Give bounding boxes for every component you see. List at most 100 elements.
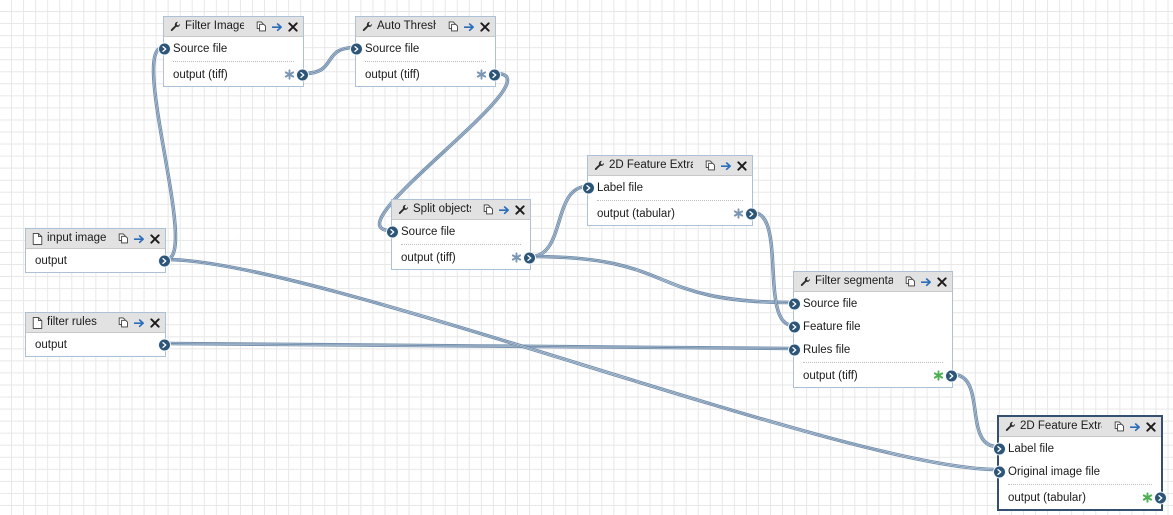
clone-icon[interactable] [705,160,716,171]
close-icon[interactable] [937,276,947,287]
arrow-right-icon[interactable] [272,22,283,32]
edge [165,343,794,349]
asterisk-icon[interactable] [511,252,522,263]
clone-icon[interactable] [483,204,494,215]
output-terminal[interactable] [158,338,171,351]
asterisk-icon[interactable] [733,208,744,219]
close-icon[interactable] [515,204,525,215]
asterisk-icon[interactable] [933,370,944,381]
node-filter-image[interactable]: Filter Image Source file output (tiff) [158,16,309,87]
node-body-split-objects: Source file output (tiff) [386,220,536,269]
output-port-row: output (tiff) [392,246,536,269]
node-header-actions [118,233,160,244]
arrow-right-icon[interactable] [1130,422,1141,432]
node-title: Auto Threshold [377,20,436,32]
close-icon[interactable] [150,233,160,244]
node-header-2d-feature-extraction-2[interactable]: 2D Feature Extraction [999,417,1161,437]
input-terminal[interactable] [386,225,399,238]
wrench-icon [800,276,811,287]
node-header-actions [1114,421,1156,432]
close-glyph [480,21,490,32]
node-filter-segmentation[interactable]: Filter segmentation Source file Feature fi… [788,271,958,388]
output-terminal[interactable] [1154,491,1167,504]
node-header-filter-segmentation[interactable]: Filter segmentation [794,272,952,292]
node-header-split-objects[interactable]: Split objects [392,200,530,220]
node-input-image[interactable]: input image output [25,228,171,273]
edge [303,47,356,74]
input-port-row: Original image file [993,460,1161,483]
output-terminal[interactable] [745,207,758,220]
port-label: Original image file [1008,465,1101,478]
node-title: Filter Image [185,20,244,32]
workflow-canvas[interactable]: Filter Image Source file output (tiff) Auto… [0,0,1173,515]
input-terminal[interactable] [788,297,801,310]
node-header-auto-threshold[interactable]: Auto Threshold [356,17,495,37]
clone-icon[interactable] [256,21,267,32]
file-icon [32,232,43,245]
clone-icon[interactable] [118,233,129,244]
output-terminal[interactable] [523,251,536,264]
input-terminal[interactable] [993,442,1006,455]
node-2d-feature-extraction-2[interactable]: 2D Feature Extraction Label file Original … [993,415,1167,511]
arrow-right-icon[interactable] [464,22,475,32]
output-port-row: output (tiff) [794,364,958,387]
output-port-row: output (tiff) [356,63,501,86]
port-label: output (tiff) [803,369,858,382]
input-terminal[interactable] [582,181,595,194]
arrow-right-icon[interactable] [499,205,510,215]
output-terminal[interactable] [158,254,171,267]
clone-icon[interactable] [905,276,916,287]
arrow-right-icon[interactable] [921,277,932,287]
port-label: Rules file [803,343,851,356]
file-icon [32,316,43,329]
clone-glyph [905,276,915,287]
input-port-row: Rules file [788,338,952,361]
edge [530,184,588,259]
node-auto-threshold[interactable]: Auto Threshold Source file output (tiff) [350,16,501,87]
input-terminal[interactable] [350,42,363,55]
node-body-filter-rules: output [26,333,171,356]
input-port-row: Source file [788,292,952,315]
input-terminal[interactable] [788,320,801,333]
clone-icon[interactable] [118,317,129,328]
close-icon[interactable] [150,317,160,328]
input-terminal[interactable] [993,465,1006,478]
asterisk-icon[interactable] [1142,492,1153,503]
port-separator [597,200,743,201]
close-icon[interactable] [1146,421,1156,432]
node-header-filter-image[interactable]: Filter Image [164,17,303,37]
node-header-2d-feature-extraction-1[interactable]: 2D Feature Extraction [588,156,752,176]
asterisk-icon[interactable] [284,69,295,80]
input-terminal[interactable] [788,343,801,356]
input-port-row: Source file [386,220,530,243]
node-header-actions [705,160,747,171]
output-terminal[interactable] [488,68,501,81]
output-terminal[interactable] [945,369,958,382]
node-2d-feature-extraction-1[interactable]: 2D Feature Extraction Label file output (t… [582,155,758,226]
node-header-filter-rules[interactable]: filter rules [26,313,165,333]
node-header-input-image[interactable]: input image [26,229,165,249]
node-filter-rules[interactable]: filter rules output [25,312,171,357]
edge [165,342,794,350]
clone-icon[interactable] [448,21,459,32]
node-body-input-image: output [26,249,171,272]
input-terminal[interactable] [158,42,171,55]
arrow-glyph [1130,422,1140,431]
port-label: output [35,338,67,351]
close-icon[interactable] [288,21,298,32]
asterisk-icon[interactable] [476,69,487,80]
close-glyph [288,21,298,32]
port-label: output (tiff) [173,68,228,81]
node-split-objects[interactable]: Split objects Source file output (tiff) [386,199,536,270]
edge [752,211,794,327]
edge [165,341,794,351]
port-label: Feature file [803,320,861,333]
arrow-right-icon[interactable] [721,161,732,171]
clone-glyph [448,21,458,32]
arrow-right-icon[interactable] [134,318,145,328]
arrow-right-icon[interactable] [134,234,145,244]
close-icon[interactable] [480,21,490,32]
clone-icon[interactable] [1114,421,1125,432]
close-icon[interactable] [737,160,747,171]
output-terminal[interactable] [296,68,309,81]
